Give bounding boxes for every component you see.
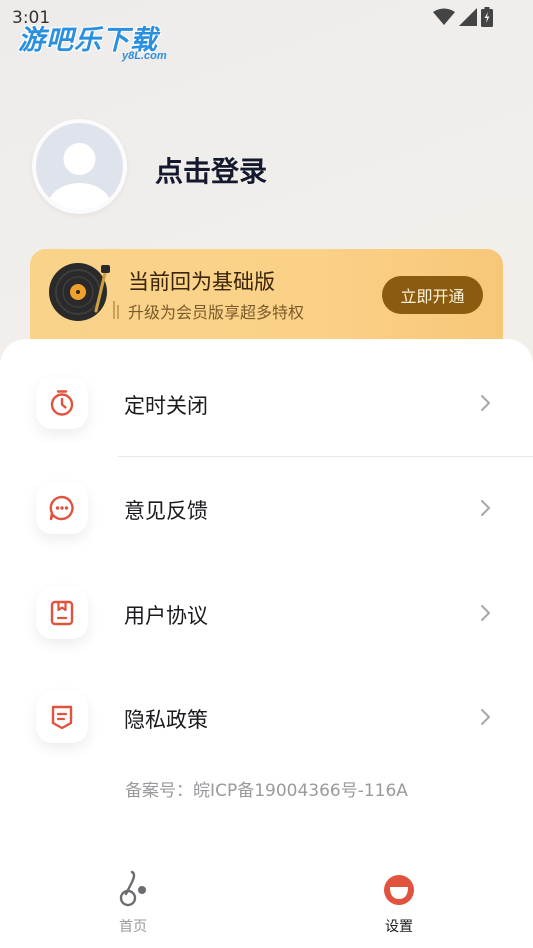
divider	[118, 456, 533, 457]
menu-label-agreement: 用户协议	[124, 604, 208, 628]
menu-item-timer[interactable]: 定时关闭	[0, 377, 533, 457]
privacy-icon	[51, 705, 73, 730]
timer-icon-box	[36, 377, 88, 429]
vip-subtitle: 升级为会员版享超多特权	[128, 303, 305, 322]
chevron-right-icon	[481, 709, 490, 725]
wifi-icon	[433, 8, 455, 25]
watermark-sub: y8L.com	[122, 50, 167, 62]
status-icons	[433, 7, 493, 27]
menu-item-agreement[interactable]: 用户协议	[0, 587, 533, 667]
vip-title: 当前回为基础版	[128, 270, 275, 294]
agreement-icon	[50, 600, 74, 626]
chevron-right-icon	[481, 605, 490, 621]
agreement-icon-box	[36, 587, 88, 639]
feedback-icon	[49, 495, 74, 521]
tab-settings-label: 设置	[385, 919, 413, 935]
tab-settings[interactable]: 设置	[349, 870, 449, 936]
timer-icon	[50, 390, 74, 416]
bottom-tab-bar: 首页 设置	[0, 870, 533, 948]
menu-item-privacy[interactable]: 隐私政策	[0, 691, 533, 771]
tab-home-label: 首页	[119, 919, 147, 935]
privacy-icon-box	[36, 691, 88, 743]
music-note-icon	[119, 870, 146, 907]
smile-settings-icon	[384, 875, 414, 905]
vinyl-record-icon	[49, 263, 119, 321]
battery-icon	[481, 7, 493, 27]
menu-label-privacy: 隐私政策	[124, 708, 208, 732]
signal-icon	[459, 8, 477, 26]
user-placeholder-icon	[47, 143, 112, 210]
tab-home[interactable]: 首页	[83, 870, 183, 936]
avatar[interactable]	[32, 119, 127, 214]
feedback-icon-box	[36, 482, 88, 534]
menu-item-feedback[interactable]: 意见反馈	[0, 482, 533, 562]
login-button[interactable]: 点击登录	[155, 150, 267, 190]
activate-vip-button[interactable]: 立即开通	[382, 276, 483, 314]
menu-label-feedback: 意见反馈	[124, 499, 208, 523]
chevron-right-icon	[481, 395, 490, 411]
chevron-right-icon	[481, 500, 490, 516]
icp-beian-text: 备案号：皖ICP备19004366号-116A	[125, 781, 408, 801]
menu-label-timer: 定时关闭	[124, 394, 208, 418]
